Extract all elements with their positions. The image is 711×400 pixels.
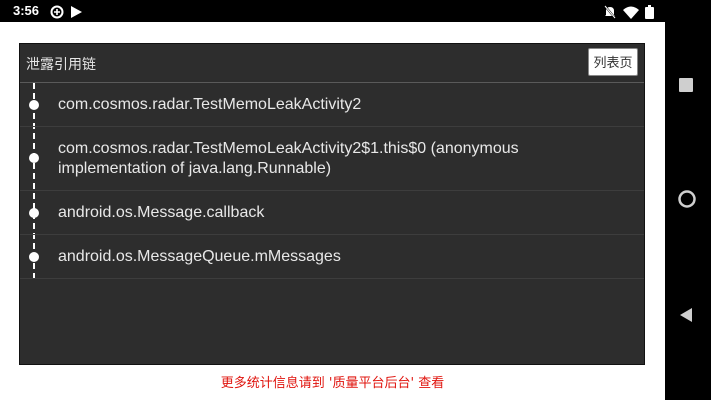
chain-node-dot bbox=[29, 208, 39, 218]
back-icon[interactable] bbox=[678, 307, 694, 327]
chain-item-text: com.cosmos.radar.TestMemoLeakActivity2 bbox=[58, 96, 362, 113]
chain-item: com.cosmos.radar.TestMemoLeakActivity2$1… bbox=[20, 127, 644, 191]
footer-note: 更多统计信息请到 '质量平台后台' 查看 bbox=[220, 376, 445, 391]
chain-item-text: android.os.Message.callback bbox=[58, 204, 265, 221]
reference-chain-list: com.cosmos.radar.TestMemoLeakActivity2 c… bbox=[20, 83, 644, 279]
chain-item: android.os.Message.callback bbox=[20, 191, 644, 235]
panel-title: 泄露引用链 bbox=[26, 57, 96, 73]
panel-header: 泄露引用链 列表页 bbox=[20, 44, 644, 83]
notifications-off-icon bbox=[604, 4, 616, 23]
navigation-bar bbox=[665, 0, 711, 400]
recents-icon[interactable] bbox=[678, 77, 694, 97]
app-content: 泄露引用链 列表页 com.cosmos.radar.TestMemoLeakA… bbox=[0, 22, 665, 400]
leak-chain-panel: 泄露引用链 列表页 com.cosmos.radar.TestMemoLeakA… bbox=[19, 43, 645, 365]
chain-node-dot bbox=[29, 153, 39, 163]
play-store-icon bbox=[70, 4, 83, 23]
wifi-icon bbox=[623, 4, 639, 23]
data-saver-icon bbox=[50, 4, 64, 23]
chain-item: com.cosmos.radar.TestMemoLeakActivity2 bbox=[20, 83, 644, 127]
status-time: 3:56 bbox=[13, 3, 40, 18]
chain-node-dot bbox=[29, 100, 39, 110]
battery-icon bbox=[645, 4, 654, 23]
chain-item-text: com.cosmos.radar.TestMemoLeakActivity2$1… bbox=[58, 140, 519, 177]
chain-item: android.os.MessageQueue.mMessages bbox=[20, 235, 644, 279]
home-icon[interactable] bbox=[678, 190, 696, 212]
status-bar: 3:56 bbox=[0, 0, 665, 22]
list-page-button[interactable]: 列表页 bbox=[588, 48, 638, 76]
chain-item-text: android.os.MessageQueue.mMessages bbox=[58, 248, 341, 265]
chain-node-dot bbox=[29, 252, 39, 262]
